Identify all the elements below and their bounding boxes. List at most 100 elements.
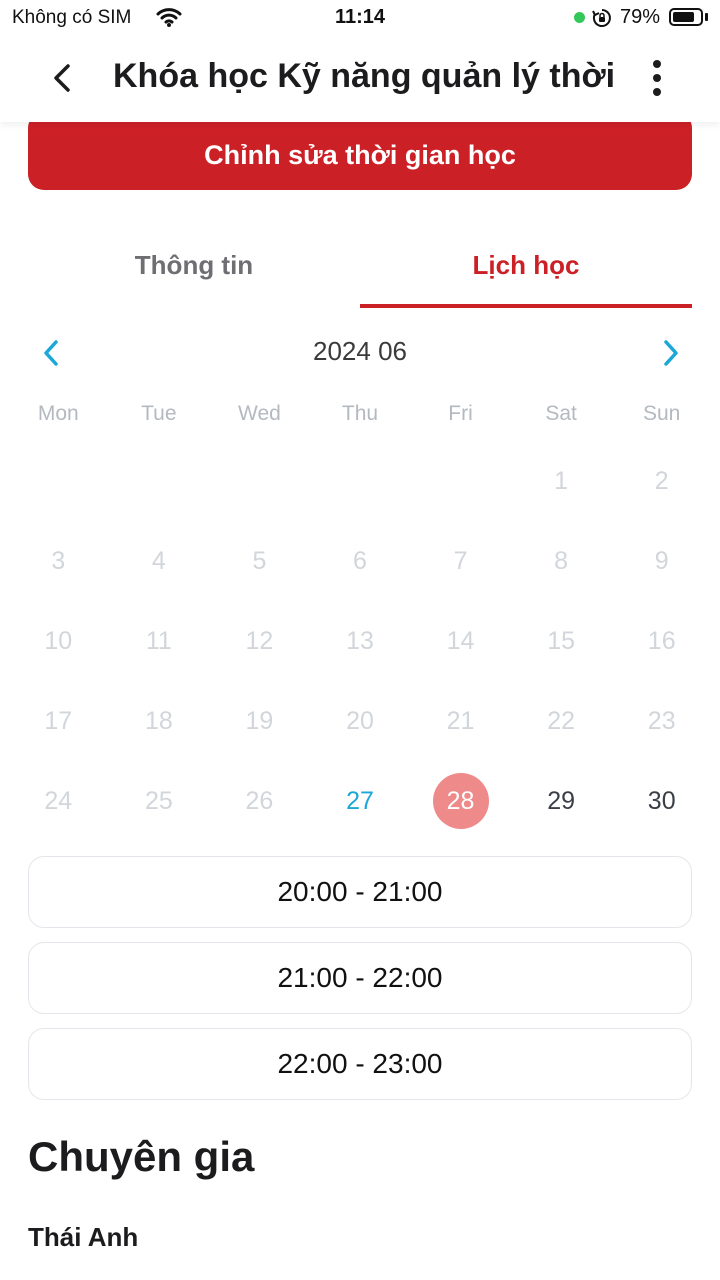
calendar-day-number: 4 xyxy=(151,546,166,575)
calendar-day-number: 15 xyxy=(547,626,576,655)
calendar-day: 8 xyxy=(511,521,612,601)
calendar-day-number: 1 xyxy=(554,466,569,495)
calendar-day-number: 26 xyxy=(245,786,274,815)
page-title: Khóa học Kỹ năng quản lý thời... xyxy=(113,57,613,95)
privacy-indicator-icon xyxy=(574,12,585,23)
calendar-empty-cell xyxy=(109,441,210,521)
calendar-empty-cell xyxy=(8,441,109,521)
calendar-day-number: 21 xyxy=(446,706,475,735)
chevron-right-icon xyxy=(664,340,678,366)
calendar-day-number: 10 xyxy=(44,626,73,655)
calendar-day-number: 24 xyxy=(44,786,73,815)
calendar-day: 2 xyxy=(611,441,712,521)
calendar-day: 9 xyxy=(611,521,712,601)
calendar-day: 13 xyxy=(310,601,411,681)
calendar-day-number: 29 xyxy=(547,786,576,815)
weekday-label: Sat xyxy=(545,402,577,425)
expert-section-heading: Chuyên gia xyxy=(28,1133,255,1180)
more-options-button[interactable] xyxy=(640,56,674,100)
calendar-day-number: 20 xyxy=(346,706,374,735)
calendar-day: 21 xyxy=(410,681,511,761)
calendar-day-number: 16 xyxy=(647,626,676,655)
calendar-day: 14 xyxy=(410,601,511,681)
calendar-day-number: 18 xyxy=(144,706,173,735)
calendar-day: 7 xyxy=(410,521,511,601)
tab-info[interactable]: Thông tin xyxy=(28,236,360,308)
calendar-day-number: 5 xyxy=(252,546,267,575)
calendar-day: 3 xyxy=(8,521,109,601)
weekday-label: Sun xyxy=(642,402,681,425)
rotation-lock-icon xyxy=(592,8,612,33)
calendar-day: 18 xyxy=(109,681,210,761)
expert-name: Thái Anh xyxy=(28,1222,139,1252)
weekday-header: Mon Tue Wed Thu Fri Sat Sun xyxy=(8,402,712,426)
calendar-day: 25 xyxy=(109,761,210,841)
calendar-day-number: 8 xyxy=(554,546,569,575)
calendar-day: 11 xyxy=(109,601,210,681)
calendar-day-number: 2 xyxy=(654,466,669,495)
calendar-month-label: 2024 06 xyxy=(313,336,407,366)
weekday-label: Tue xyxy=(141,402,177,425)
weekday-label: Mon xyxy=(37,402,79,425)
status-bar: Không có SIM 11:14 79% xyxy=(0,0,720,36)
calendar-day-number: 11 xyxy=(145,626,172,655)
time-slot[interactable]: 20:00 - 21:00 xyxy=(28,856,692,928)
back-button[interactable] xyxy=(44,56,84,100)
battery-icon xyxy=(669,8,703,26)
calendar-day-number: 19 xyxy=(245,706,274,735)
calendar-day: 5 xyxy=(209,521,310,601)
calendar-day: 20 xyxy=(310,681,411,761)
calendar-day-number: 27 xyxy=(346,786,374,815)
calendar-day-number: 13 xyxy=(346,626,374,655)
calendar-day[interactable]: 30 xyxy=(611,761,712,841)
calendar-empty-cell xyxy=(310,441,411,521)
calendar-day-number: 30 xyxy=(647,786,676,815)
app-header: Khóa học Kỹ năng quản lý thời... xyxy=(0,36,720,122)
calendar-day: 16 xyxy=(611,601,712,681)
time-slot[interactable]: 22:00 - 23:00 xyxy=(28,1028,692,1100)
calendar-day-today[interactable]: 27 xyxy=(310,761,411,841)
battery-percent: 79% xyxy=(620,6,661,28)
chevron-left-icon xyxy=(54,64,70,92)
tab-schedule[interactable]: Lịch học xyxy=(360,236,692,308)
battery-level xyxy=(673,12,694,22)
edit-schedule-button[interactable]: Chỉnh sửa thời gian học xyxy=(28,112,692,190)
calendar-day: 15 xyxy=(511,601,612,681)
calendar-grid: 1 2 3 4 5 6 7 8 9 10 11 12 13 14 15 16 17 18 19 20 21 22 23 24 2… xyxy=(8,441,712,841)
calendar-day-number: 6 xyxy=(353,546,367,575)
calendar-day-number: 25 xyxy=(144,786,173,815)
calendar-day-number: 3 xyxy=(51,546,66,575)
clock: 11:14 xyxy=(334,6,386,28)
battery-cap xyxy=(705,13,708,21)
calendar-empty-cell xyxy=(410,441,511,521)
weekday-label: Wed xyxy=(238,402,281,425)
calendar-day-number: 14 xyxy=(446,626,475,655)
next-month-button[interactable] xyxy=(654,336,686,370)
weekday-label: Fri xyxy=(448,402,473,425)
calendar-day-number: 7 xyxy=(453,546,468,575)
calendar-day: 10 xyxy=(8,601,109,681)
calendar-day-number: 12 xyxy=(245,626,274,655)
calendar-day-number: 17 xyxy=(44,706,73,735)
calendar-day: 19 xyxy=(209,681,310,761)
calendar-empty-cell xyxy=(209,441,310,521)
calendar-day: 26 xyxy=(209,761,310,841)
calendar-day: 1 xyxy=(511,441,612,521)
calendar-day: 4 xyxy=(109,521,210,601)
calendar-day[interactable]: 29 xyxy=(511,761,612,841)
calendar-day: 23 xyxy=(611,681,712,761)
calendar-day: 12 xyxy=(209,601,310,681)
calendar-day-number: 28 xyxy=(446,786,475,815)
calendar-day-number: 23 xyxy=(647,706,676,735)
calendar-day: 24 xyxy=(8,761,109,841)
tab-bar: Thông tin Lịch học xyxy=(28,236,692,308)
calendar-day: 17 xyxy=(8,681,109,761)
time-slot[interactable]: 21:00 - 22:00 xyxy=(28,942,692,1014)
calendar-day-number: 9 xyxy=(654,546,669,575)
calendar-day-number: 22 xyxy=(547,706,576,735)
calendar-day: 6 xyxy=(310,521,411,601)
more-vertical-icon xyxy=(653,60,661,96)
calendar-day: 22 xyxy=(511,681,612,761)
calendar-day-selected[interactable]: 28 xyxy=(410,761,511,841)
active-tab-indicator xyxy=(360,304,692,308)
